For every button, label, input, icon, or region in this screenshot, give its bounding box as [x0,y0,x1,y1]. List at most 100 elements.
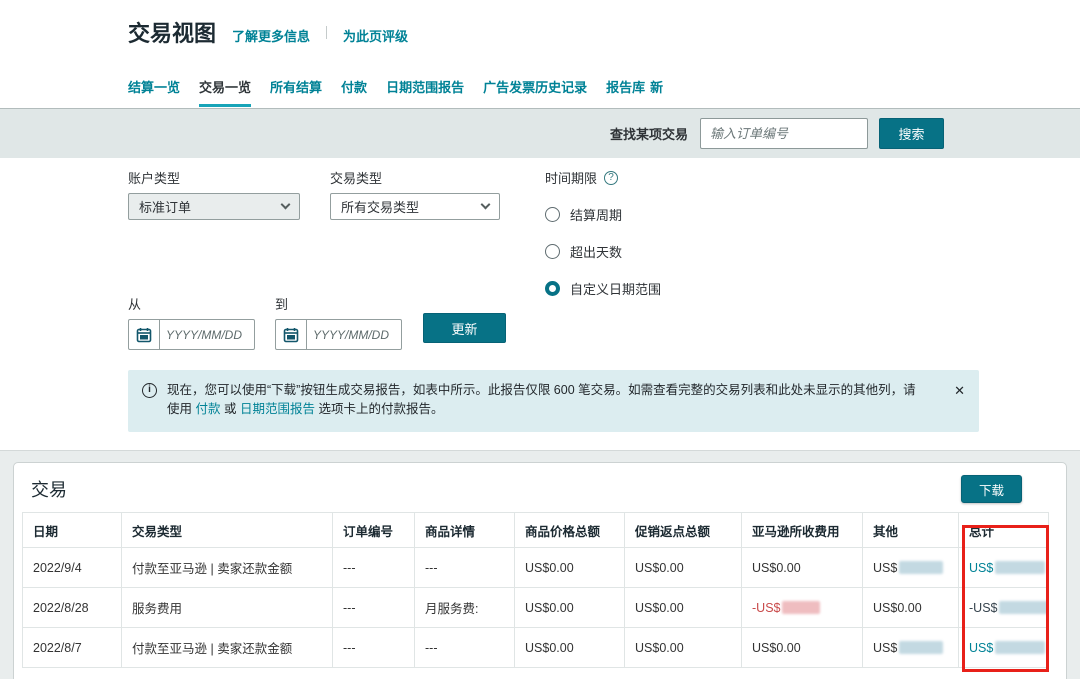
col-product-total[interactable]: 商品价格总额 [515,513,625,548]
info-icon: i [142,383,157,398]
redacted-amount [999,601,1048,614]
search-button[interactable]: 搜索 [879,118,944,149]
cell-total[interactable]: -US$ [959,588,1049,628]
cell-order-id: --- [333,588,415,628]
page-header: 交易视图 了解更多信息 为此页评级 结算一览 交易一览 所有结算 付款 日期范围… [0,0,1080,108]
time-period-filter: 时间期限 ? 结算周期 超出天数 自定义日期范围 [545,168,661,298]
redacted-amount [995,561,1045,574]
tab-bar: 结算一览 交易一览 所有结算 付款 日期范围报告 广告发票历史记录 报告库新 [128,77,1080,107]
tab-all-statements[interactable]: 所有结算 [270,77,322,107]
close-icon[interactable]: ✕ [954,381,965,397]
chevron-down-icon [281,200,291,210]
transaction-type-filter: 交易类型 所有交易类型 [330,168,500,220]
col-transaction-type[interactable]: 交易类型 [122,513,333,548]
col-date[interactable]: 日期 [23,513,122,548]
tab-payments[interactable]: 付款 [341,77,367,107]
info-notice: i 现在，您可以使用“下载”按钮生成交易报告，如表中所示。此报告仅限 600 笔… [128,370,979,432]
rate-page-link[interactable]: 为此页评级 [343,26,408,45]
table-row: 2022/8/7 付款至亚马逊 | 卖家还款金额 --- --- US$0.00… [23,628,1049,668]
account-type-filter: 账户类型 标准订单 [128,168,300,220]
cell-total[interactable]: US$ [959,548,1049,588]
cell-type: 付款至亚马逊 | 卖家还款金额 [122,548,333,588]
cell-amazon-fees: -US$ [742,588,863,628]
transaction-type-label: 交易类型 [330,168,500,187]
cell-type: 付款至亚马逊 | 卖家还款金额 [122,628,333,668]
radio-icon [545,244,560,259]
redacted-amount [899,561,943,574]
date-to-block: 到 [275,294,402,350]
time-period-label: 时间期限 [545,168,597,187]
cell-other: US$ [863,548,959,588]
date-to-input[interactable] [307,320,401,349]
cell-promo-total: US$0.00 [625,548,742,588]
transactions-card: 交易 下载 ! 日期 交易类型 订单编号 商品详情 [13,462,1067,679]
table-header-row: 日期 交易类型 订单编号 商品详情 商品价格总额 促销返点总额 亚马逊所收费用 … [23,513,1049,548]
payments-link[interactable]: 付款 [195,402,220,416]
radio-icon [545,207,560,222]
new-badge: 新 [650,80,663,95]
cell-promo-total: US$0.00 [625,588,742,628]
account-type-label: 账户类型 [128,168,300,187]
search-label: 查找某项交易 [610,124,688,143]
tab-transaction-view[interactable]: 交易一览 [199,77,251,107]
cell-amazon-fees: US$0.00 [742,548,863,588]
transaction-type-dropdown[interactable]: 所有交易类型 [330,193,500,220]
download-button[interactable]: 下载 [961,475,1022,503]
radio-settlement-period[interactable]: 结算周期 [545,205,661,224]
calendar-icon[interactable] [276,320,307,349]
transactions-table: 日期 交易类型 订单编号 商品详情 商品价格总额 促销返点总额 亚马逊所收费用 … [22,512,1049,668]
col-amazon-fees[interactable]: 亚马逊所收费用 [742,513,863,548]
search-input[interactable] [700,118,868,149]
radio-past-days[interactable]: 超出天数 [545,242,661,261]
redacted-amount [995,641,1045,654]
transactions-card-header: 交易 下载 ! [14,463,1066,512]
account-type-dropdown[interactable]: 标准订单 [128,193,300,220]
radio-custom-date-range[interactable]: 自定义日期范围 [545,279,661,298]
cell-details: 月服务费: [415,588,515,628]
table-row: 2022/9/4 付款至亚马逊 | 卖家还款金额 --- --- US$0.00… [23,548,1049,588]
cell-total[interactable]: US$ [959,628,1049,668]
table-row: 2022/8/28 服务费用 --- 月服务费: US$0.00 US$0.00… [23,588,1049,628]
date-from-input[interactable] [160,320,254,349]
notice-text: 现在，您可以使用“下载”按钮生成交易报告，如表中所示。此报告仅限 600 笔交易… [167,381,927,420]
page-title: 交易视图 [128,16,216,48]
calendar-icon[interactable] [129,320,160,349]
date-from-block: 从 [128,294,255,350]
help-icon[interactable]: ? [604,171,618,185]
tab-date-range-reports[interactable]: 日期范围报告 [386,77,464,107]
update-button[interactable]: 更新 [423,313,506,343]
cell-other: US$0.00 [863,588,959,628]
cell-date: 2022/8/7 [23,628,122,668]
title-separator [326,26,327,39]
cell-details: --- [415,628,515,668]
col-product-details[interactable]: 商品详情 [415,513,515,548]
cell-amazon-fees: US$0.00 [742,628,863,668]
col-promo-total[interactable]: 促销返点总额 [625,513,742,548]
tab-settlements-overview[interactable]: 结算一览 [128,77,180,107]
warning-icon[interactable]: ! [1033,481,1052,498]
col-other[interactable]: 其他 [863,513,959,548]
title-row: 交易视图 了解更多信息 为此页评级 [128,16,1080,48]
date-range-report-link[interactable]: 日期范围报告 [240,402,315,416]
cell-product-total: US$0.00 [515,588,625,628]
to-label: 到 [275,294,402,313]
cell-details: --- [415,548,515,588]
col-order-id[interactable]: 订单编号 [333,513,415,548]
account-type-value: 标准订单 [139,197,191,216]
transaction-type-value: 所有交易类型 [341,197,419,216]
filter-section: 账户类型 标准订单 交易类型 所有交易类型 时间期限 ? 结算周期 超出天数 自… [0,158,1080,450]
tab-report-library[interactable]: 报告库新 [606,77,663,107]
transactions-title: 交易 [31,476,67,502]
cell-order-id: --- [333,548,415,588]
radio-selected-icon [545,281,560,296]
cell-order-id: --- [333,628,415,668]
learn-more-link[interactable]: 了解更多信息 [232,26,310,45]
tab-ad-invoice-history[interactable]: 广告发票历史记录 [483,77,587,107]
chevron-down-icon [481,200,491,210]
from-label: 从 [128,294,255,313]
cell-product-total: US$0.00 [515,628,625,668]
page-bottom: 交易 下载 ! 日期 交易类型 订单编号 商品详情 [0,450,1080,679]
cell-other: US$ [863,628,959,668]
col-total[interactable]: 总计 [959,513,1049,548]
cell-product-total: US$0.00 [515,548,625,588]
